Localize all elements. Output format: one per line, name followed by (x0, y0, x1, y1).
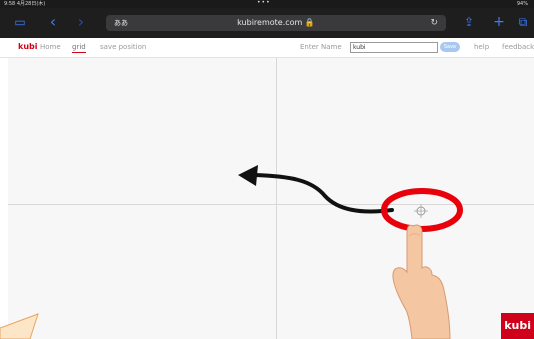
enter-name-label: Enter Name (300, 43, 342, 51)
sidebar-icon[interactable]: ▭ (12, 14, 28, 30)
status-time: 9:58 4月28日(木) (4, 1, 46, 7)
multitasking-dots[interactable]: ••• (257, 0, 271, 7)
nav-grid[interactable]: grid (72, 43, 86, 53)
feedback-link[interactable]: feedback (502, 43, 534, 51)
browser-toolbar: ▭ ‹ › ああ kubiremote.com 🔒 ↻ ⇪ + ⧉ (0, 8, 534, 38)
kubi-logo[interactable]: kubi (18, 42, 37, 51)
kubi-corner-badge: kubi (501, 313, 534, 339)
url-text: kubiremote.com 🔒 (237, 18, 315, 27)
reload-icon[interactable]: ↻ (430, 15, 438, 31)
nav-home[interactable]: Home (40, 43, 61, 51)
nav-save-position[interactable]: save position (100, 43, 146, 51)
control-grid[interactable] (8, 58, 534, 339)
status-bar: 9:58 4月28日(木) ••• 94% (0, 0, 534, 8)
battery-indicator: 94% (516, 1, 528, 7)
tabs-icon[interactable]: ⧉ (516, 14, 530, 30)
new-tab-icon[interactable]: + (492, 14, 506, 30)
address-bar[interactable]: ああ kubiremote.com 🔒 ↻ (106, 15, 446, 31)
save-button[interactable]: Save (440, 42, 460, 52)
name-input[interactable] (350, 42, 438, 53)
back-icon[interactable]: ‹ (46, 14, 60, 30)
grid-vertical-axis (276, 58, 277, 339)
share-icon[interactable]: ⇪ (462, 14, 476, 30)
help-link[interactable]: help (474, 43, 489, 51)
forward-icon[interactable]: › (74, 14, 88, 30)
grid-horizontal-axis (8, 204, 534, 205)
app-navbar: kubi Home grid save position Enter Name … (0, 38, 534, 58)
